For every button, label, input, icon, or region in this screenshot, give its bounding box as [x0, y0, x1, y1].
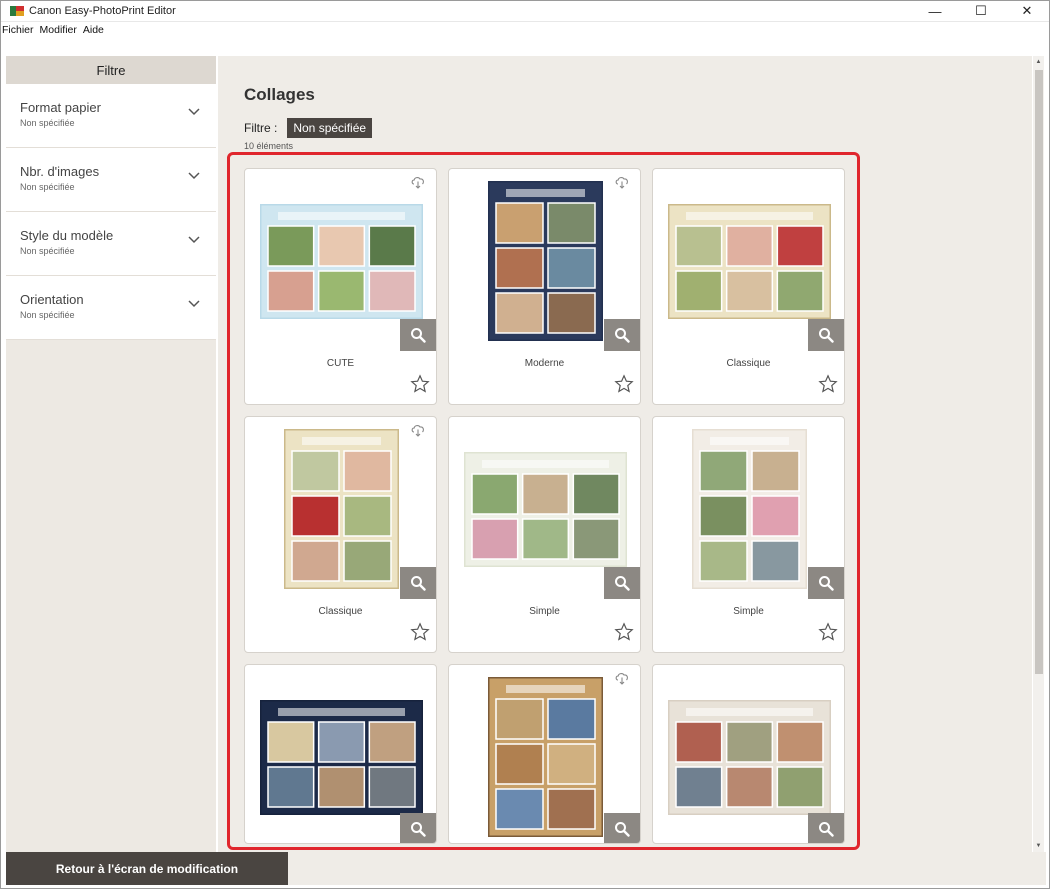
zoom-preview-button[interactable]	[604, 319, 640, 351]
filter-item-value: Non spécifiée	[20, 182, 75, 192]
cloud-download-icon	[615, 673, 628, 685]
filter-item-label: Format papier	[20, 100, 101, 115]
zoom-preview-button[interactable]	[604, 813, 640, 843]
magnifier-icon	[819, 328, 834, 343]
app-logo-icon	[10, 5, 24, 16]
template-card[interactable]: CUTE	[244, 168, 437, 405]
template-thumbnail[interactable]	[258, 698, 425, 820]
filter-item-label: Style du modèle	[20, 228, 114, 243]
template-name: Simple	[733, 606, 764, 617]
template-thumbnail[interactable]	[462, 450, 629, 572]
footer-bar: Retour à l'écran de modification	[6, 852, 1046, 885]
menu-file[interactable]: Fichier	[2, 24, 34, 36]
template-thumbnail[interactable]	[282, 427, 401, 594]
template-card[interactable]: Classique	[244, 416, 437, 653]
magnifier-icon	[615, 822, 630, 837]
zoom-preview-button[interactable]	[808, 319, 844, 351]
title-bar: Canon Easy-PhotoPrint Editor — ☐ ✕	[0, 0, 1050, 22]
magnifier-icon	[615, 328, 630, 343]
magnifier-icon	[819, 822, 834, 837]
template-name: Classique	[726, 358, 771, 369]
template-name: Moderne	[524, 358, 565, 369]
scroll-up-icon[interactable]: ▲	[1033, 56, 1044, 68]
cloud-download-icon	[411, 425, 424, 437]
item-count: 10 éléments	[244, 141, 294, 151]
chevron-down-icon[interactable]	[188, 172, 200, 180]
cloud-download-icon	[411, 177, 424, 189]
zoom-preview-button[interactable]	[400, 567, 436, 599]
filter-item[interactable]: Style du modèle Non spécifiée	[6, 212, 216, 276]
magnifier-icon	[411, 822, 426, 837]
template-thumbnail[interactable]	[690, 427, 809, 594]
magnifier-icon	[615, 576, 630, 591]
filter-item-label: Nbr. d'images	[20, 164, 100, 179]
menu-bar: Fichier Modifier Aide	[0, 22, 1050, 38]
close-button[interactable]: ✕	[1004, 0, 1050, 22]
window-controls: — ☐ ✕	[912, 0, 1050, 22]
template-name: Classique	[318, 606, 363, 617]
window-title: Canon Easy-PhotoPrint Editor	[29, 4, 176, 17]
chevron-down-icon[interactable]	[188, 236, 200, 244]
page-title: Collages	[244, 85, 315, 104]
sidebar-title: Filtre	[6, 56, 216, 84]
template-card[interactable]: Simple	[448, 416, 641, 653]
filter-chip: Non spécifiée	[287, 118, 373, 138]
favorite-star-icon[interactable]	[614, 374, 634, 394]
filter-label: Filtre :	[244, 121, 278, 135]
template-thumbnail[interactable]	[666, 202, 833, 324]
filter-item[interactable]: Nbr. d'images Non spécifiée	[6, 148, 216, 212]
zoom-preview-button[interactable]	[400, 813, 436, 843]
template-browser: Collages Filtre : Non spécifiée 10 éléme…	[218, 56, 1032, 852]
active-filter-row: Filtre : Non spécifiée	[244, 118, 373, 138]
scroll-down-icon[interactable]: ▼	[1033, 840, 1044, 852]
template-thumbnail[interactable]	[666, 698, 833, 820]
favorite-star-icon[interactable]	[410, 622, 430, 642]
template-thumbnail[interactable]	[258, 202, 425, 324]
template-card[interactable]	[244, 664, 437, 844]
template-thumbnail[interactable]	[486, 179, 605, 346]
magnifier-icon	[411, 576, 426, 591]
template-card[interactable]: Simple	[652, 416, 845, 653]
favorite-star-icon[interactable]	[818, 622, 838, 642]
magnifier-icon	[411, 328, 426, 343]
filter-item-value: Non spécifiée	[20, 118, 75, 128]
template-name: CUTE	[326, 358, 355, 369]
zoom-preview-button[interactable]	[604, 567, 640, 599]
favorite-star-icon[interactable]	[818, 374, 838, 394]
vertical-scrollbar[interactable]: ▲ ▼	[1033, 56, 1044, 852]
template-card[interactable]	[448, 664, 641, 844]
minimize-button[interactable]: —	[912, 0, 958, 22]
filter-sidebar: Filtre Format papier Non spécifiée Nbr. d'…	[6, 56, 216, 852]
template-card[interactable]: Moderne	[448, 168, 641, 405]
template-card[interactable]: Classique	[652, 168, 845, 405]
menu-edit[interactable]: Modifier	[40, 24, 77, 36]
template-thumbnail[interactable]	[486, 675, 605, 842]
back-to-edit-button[interactable]: Retour à l'écran de modification	[6, 852, 288, 885]
filter-item[interactable]: Format papier Non spécifiée	[6, 84, 216, 148]
template-card[interactable]	[652, 664, 845, 844]
magnifier-icon	[819, 576, 834, 591]
filter-item-label: Orientation	[20, 292, 84, 307]
favorite-star-icon[interactable]	[410, 374, 430, 394]
filter-item[interactable]: Orientation Non spécifiée	[6, 276, 216, 340]
maximize-button[interactable]: ☐	[958, 0, 1004, 22]
template-name: Simple	[529, 606, 560, 617]
favorite-star-icon[interactable]	[614, 622, 634, 642]
chevron-down-icon[interactable]	[188, 300, 200, 308]
cloud-download-icon	[615, 177, 628, 189]
chevron-down-icon[interactable]	[188, 108, 200, 116]
zoom-preview-button[interactable]	[808, 567, 844, 599]
zoom-preview-button[interactable]	[808, 813, 844, 843]
filter-item-value: Non spécifiée	[20, 246, 75, 256]
menu-help[interactable]: Aide	[83, 24, 104, 36]
zoom-preview-button[interactable]	[400, 319, 436, 351]
scrollbar-thumb[interactable]	[1035, 70, 1043, 674]
filter-item-value: Non spécifiée	[20, 310, 75, 320]
